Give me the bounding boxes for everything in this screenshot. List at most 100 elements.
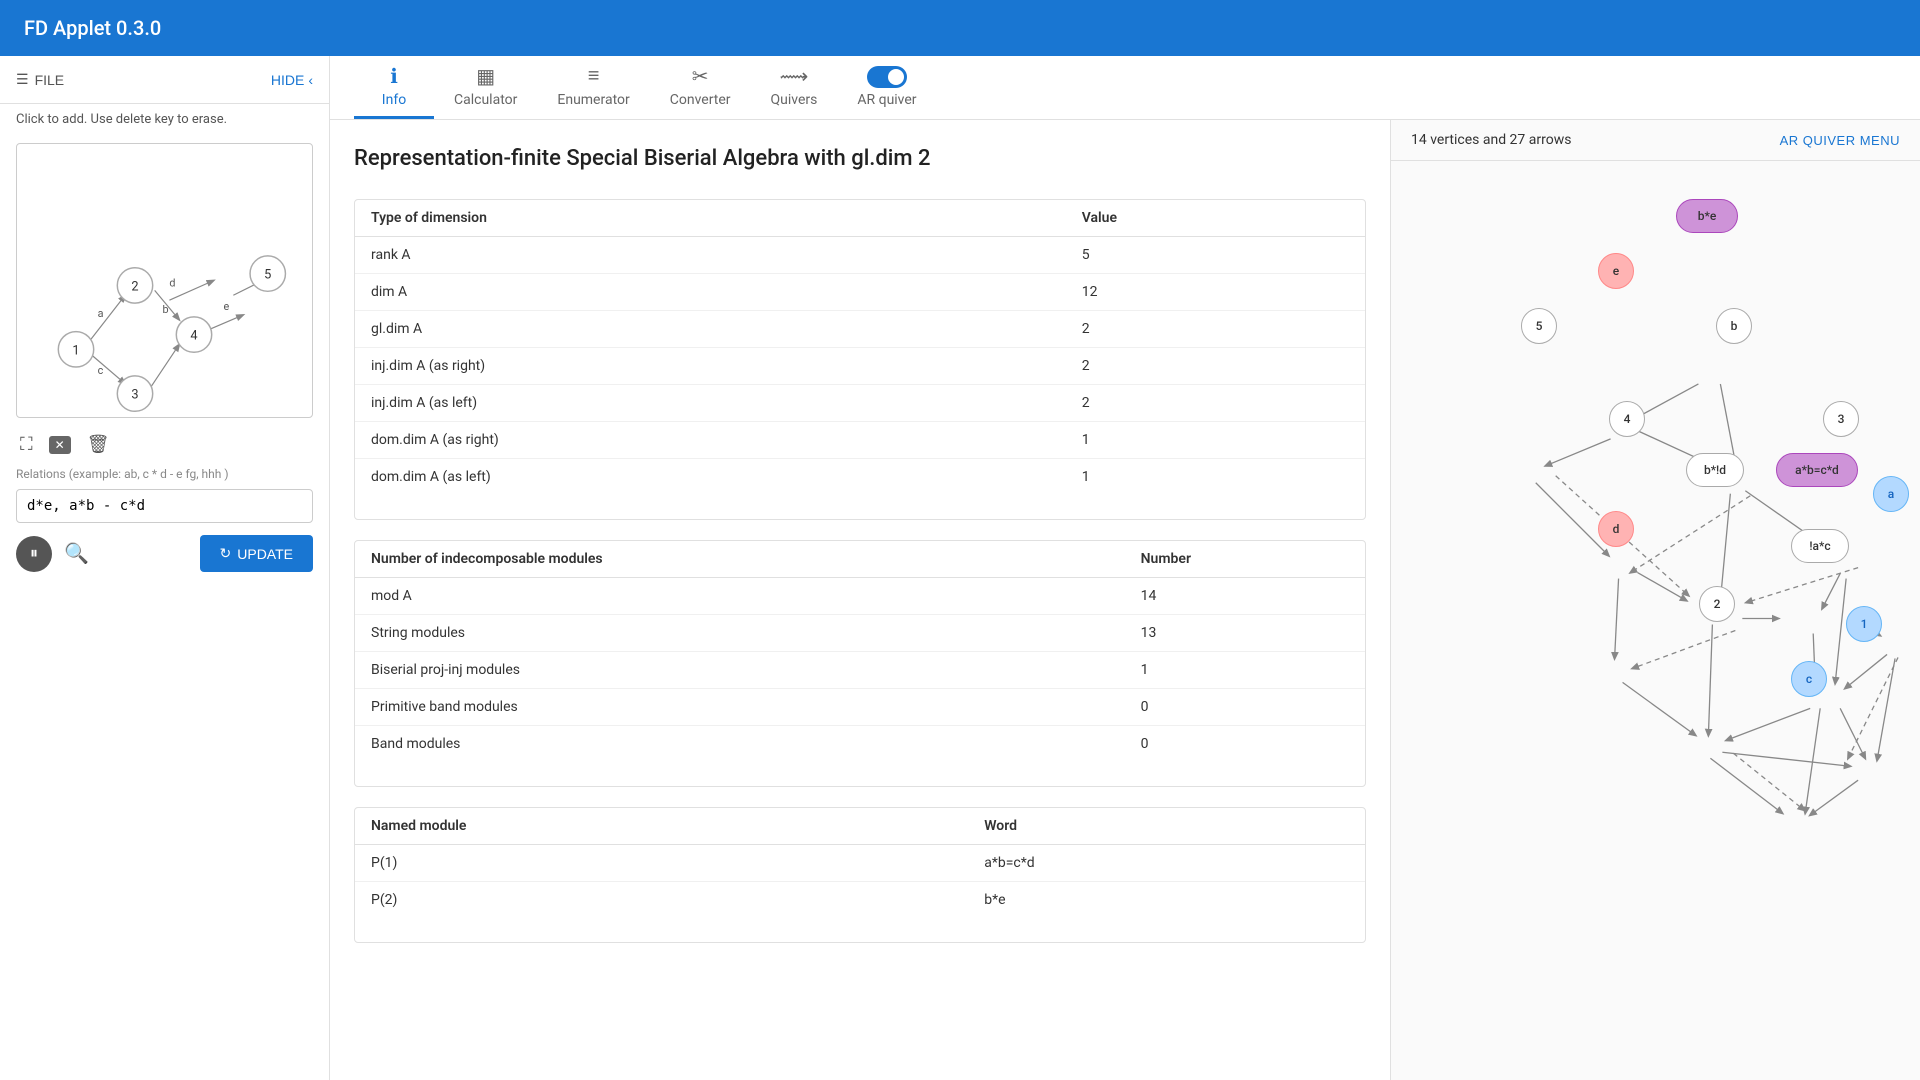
dimension-table-row: inj.dim A (as left)2 [355, 384, 1365, 421]
mod-value: 1 [1125, 651, 1365, 688]
named-col-word: Word [968, 808, 1365, 845]
quiver-header: 14 vertices and 27 arrows AR QUIVER MENU [1391, 120, 1920, 161]
dim-col-type: Type of dimension [355, 200, 1066, 237]
relations-label: Relations (example: ab, c * d - e fg, hh… [0, 463, 329, 485]
graph-canvas[interactable]: 1 2 3 4 5 a c b d e [16, 143, 313, 418]
named-word: a*b=c*d [968, 844, 1365, 881]
dim-value: 1 [1066, 458, 1365, 495]
node-c: c [1791, 661, 1827, 697]
ar-quiver-menu-button[interactable]: AR QUIVER MENU [1780, 133, 1900, 148]
hide-button[interactable]: HIDE ‹ [271, 72, 313, 88]
quiver-canvas: b*e e b 5 4 3 b*!d a*b=c*d a [1391, 161, 1920, 1080]
delete-button[interactable]: 🗑 [83, 430, 114, 459]
tab-calculator[interactable]: ▦ Calculator [434, 56, 537, 119]
refresh-icon: ↻ [220, 545, 232, 562]
node-4: 4 [1609, 401, 1645, 437]
menu-icon: ☰ [16, 71, 29, 88]
relations-input[interactable] [16, 489, 313, 523]
dim-type: rank A [355, 236, 1066, 273]
svg-text:1: 1 [72, 343, 79, 358]
node-b: b [1716, 308, 1752, 344]
node-1: 1 [1846, 606, 1882, 642]
graph-svg: 1 2 3 4 5 a c b d e [17, 144, 312, 417]
dim-value: 2 [1066, 384, 1365, 421]
svg-text:a: a [98, 307, 104, 320]
info-title: Representation-finite Special Biserial A… [354, 144, 1366, 175]
main-layout: ☰ FILE HIDE ‹ Click to add. Use delete k… [0, 56, 1920, 1080]
dimension-table-row: rank A5 [355, 236, 1365, 273]
tab-converter[interactable]: ✂ Converter [650, 56, 751, 119]
node-5: 5 [1521, 308, 1557, 344]
node-a: a [1873, 476, 1909, 512]
quiver-stats: 14 vertices and 27 arrows [1411, 132, 1571, 148]
dimension-table-row: dim A12 [355, 273, 1365, 310]
mod-value: 0 [1125, 725, 1365, 762]
update-button[interactable]: ↻ UPDATE [200, 535, 313, 572]
content-split: Representation-finite Special Biserial A… [330, 120, 1920, 1080]
dim-type: dim A [355, 273, 1066, 310]
svg-text:d: d [169, 276, 175, 289]
dim-type: inj.dim A (as left) [355, 384, 1066, 421]
file-button[interactable]: ☰ FILE [16, 71, 64, 88]
node-3: 3 [1823, 401, 1859, 437]
app-header: FD Applet 0.3.0 [0, 0, 1920, 56]
svg-text:4: 4 [190, 329, 197, 344]
named-table-section: Named module Word P(1)a*b=c*dP(2)b*e [354, 807, 1366, 943]
mod-type: mod A [355, 577, 1125, 614]
quiver-panel: 14 vertices and 27 arrows AR QUIVER MENU [1390, 120, 1920, 1080]
dimension-table-row: gl.dim A2 [355, 310, 1365, 347]
dim-type: gl.dim A [355, 310, 1066, 347]
converter-icon: ✂ [692, 64, 709, 88]
dimension-table: Type of dimension Value rank A5dim A12gl… [355, 200, 1365, 495]
mod-type: Biserial proj-inj modules [355, 651, 1125, 688]
node-abc: a*b=c*d [1776, 453, 1858, 487]
node-2: 2 [1699, 586, 1735, 622]
node-e: e [1598, 253, 1634, 289]
hint-text: Click to add. Use delete key to erase. [0, 104, 329, 135]
dim-value: 1 [1066, 421, 1365, 458]
sidebar-top-bar: ☰ FILE HIDE ‹ [0, 56, 329, 104]
dim-value: 12 [1066, 273, 1365, 310]
modules-table: Number of indecomposable modules Number … [355, 541, 1365, 762]
dim-type: dom.dim A (as left) [355, 458, 1066, 495]
modules-table-row: Biserial proj-inj modules1 [355, 651, 1365, 688]
named-module: P(2) [355, 881, 968, 918]
sidebar: ☰ FILE HIDE ‹ Click to add. Use delete k… [0, 56, 330, 1080]
dim-col-value: Value [1066, 200, 1365, 237]
dim-value: 2 [1066, 347, 1365, 384]
named-table-row: P(1)a*b=c*d [355, 844, 1365, 881]
modules-table-row: Primitive band modules0 [355, 688, 1365, 725]
toolbar-row: ⛶ ✕ 🗑 [0, 426, 329, 463]
tab-ar-quiver[interactable]: AR quiver [837, 58, 936, 119]
tab-enumerator[interactable]: ≡ Enumerator [537, 56, 649, 119]
dim-value: 5 [1066, 236, 1365, 273]
svg-text:5: 5 [264, 268, 271, 283]
dimension-table-section: Type of dimension Value rank A5dim A12gl… [354, 199, 1366, 520]
dim-type: dom.dim A (as right) [355, 421, 1066, 458]
mod-type: Primitive band modules [355, 688, 1125, 725]
named-col-module: Named module [355, 808, 968, 845]
mod-type: String modules [355, 614, 1125, 651]
content-area: ℹ Info ▦ Calculator ≡ Enumerator ✂ Conve… [330, 56, 1920, 1080]
mod-value: 0 [1125, 688, 1365, 725]
clear-button[interactable]: ✕ [45, 432, 75, 458]
tabs-bar: ℹ Info ▦ Calculator ≡ Enumerator ✂ Conve… [330, 56, 1920, 120]
node-be: b*e [1676, 199, 1738, 233]
info-panel: Representation-finite Special Biserial A… [330, 120, 1390, 1080]
modules-table-row: Band modules0 [355, 725, 1365, 762]
pause-button[interactable]: ⏸ [16, 536, 52, 572]
tab-info[interactable]: ℹ Info [354, 56, 434, 119]
mod-type: Band modules [355, 725, 1125, 762]
svg-text:b: b [163, 303, 169, 316]
modules-table-section: Number of indecomposable modules Number … [354, 540, 1366, 787]
search-button[interactable]: 🔍 [64, 541, 89, 566]
dimension-table-row: inj.dim A (as right)2 [355, 347, 1365, 384]
info-icon: ℹ [390, 64, 398, 88]
dimension-table-row: dom.dim A (as right)1 [355, 421, 1365, 458]
dimension-table-row: dom.dim A (as left)1 [355, 458, 1365, 495]
mod-col-type: Number of indecomposable modules [355, 541, 1125, 578]
expand-button[interactable]: ⛶ [16, 430, 37, 459]
enumerator-icon: ≡ [588, 63, 600, 88]
tab-quivers[interactable]: ⟿ Quivers [751, 56, 838, 119]
ar-quiver-toggle[interactable] [867, 66, 907, 88]
